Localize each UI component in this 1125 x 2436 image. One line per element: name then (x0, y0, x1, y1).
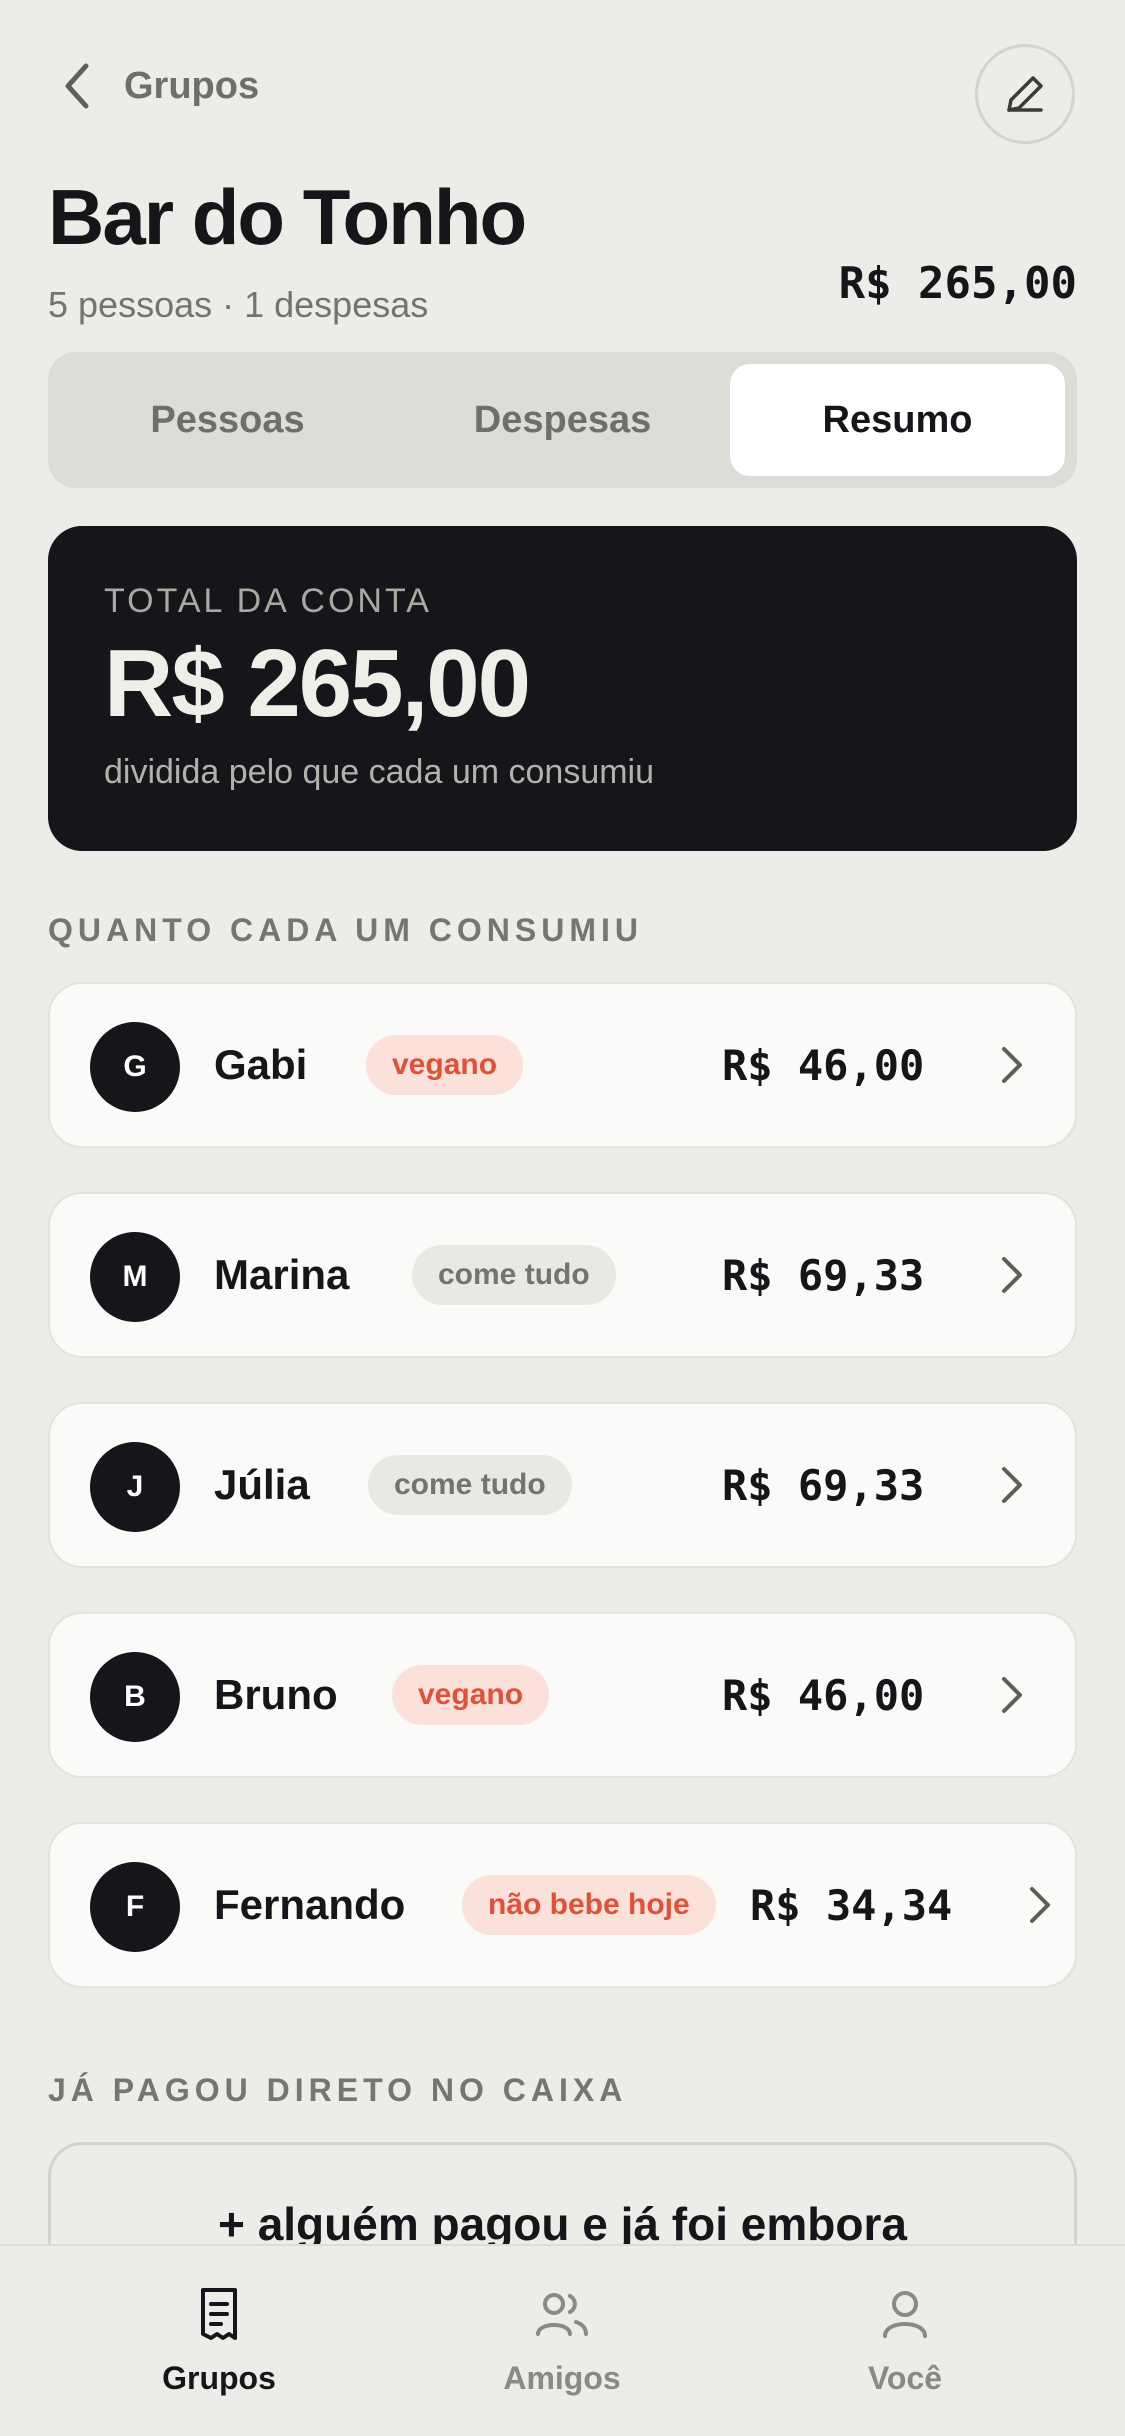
chevron-right-icon (1002, 1257, 1022, 1293)
receipt-icon (201, 2288, 237, 2340)
top-bar: Grupos (0, 0, 1125, 180)
consumption-section-title: QUANTO CADA UM CONSUMIU (48, 912, 643, 948)
diet-badge: come tudo (368, 1455, 572, 1515)
user-icon (883, 2291, 927, 2338)
diet-badge: vegano (392, 1665, 550, 1725)
friends-icon (536, 2293, 588, 2336)
tab-resumo[interactable]: Resumo (730, 364, 1065, 476)
back-button[interactable]: Grupos (56, 60, 259, 112)
edit-button[interactable] (975, 44, 1075, 144)
diet-badge: vegano (366, 1035, 524, 1095)
chevron-right-icon (1002, 1677, 1022, 1713)
person-row-julia[interactable]: J Júlia come tudo R$ 69,33 (48, 1402, 1077, 1568)
chevron-right-icon (1002, 1047, 1022, 1083)
pencil-icon (1007, 76, 1043, 112)
segmented-tabs: Pessoas Despesas Resumo (48, 352, 1077, 488)
person-amount: R$ 46,00 (722, 1670, 925, 1720)
total-card: TOTAL DA CONTA R$ 265,00 dividida pelo q… (48, 526, 1077, 851)
person-amount: R$ 46,00 (722, 1040, 925, 1090)
person-row-bruno[interactable]: B Bruno vegano R$ 46,00 (48, 1612, 1077, 1778)
person-name: Marina (214, 1251, 350, 1298)
total-value: R$ 265,00 (104, 630, 531, 737)
chevron-left-icon (65, 63, 89, 109)
person-row-marina[interactable]: M Marina come tudo R$ 69,33 (48, 1192, 1077, 1358)
total-label: TOTAL DA CONTA (104, 582, 432, 620)
bottom-nav: Grupos Amigos Você (0, 2244, 1125, 2436)
person-name: Júlia (214, 1461, 310, 1508)
avatar: J (90, 1442, 180, 1532)
chevron-right-icon (1030, 1887, 1050, 1923)
diet-badge: não bebe hoje (462, 1875, 716, 1935)
person-amount: R$ 69,33 (722, 1250, 925, 1300)
nav-label: Amigos (503, 2360, 621, 2396)
page-title: Bar do Tonho (48, 173, 527, 261)
diet-badge: come tudo (412, 1245, 616, 1305)
group-subtitle: 5 pessoas · 1 despesas (48, 284, 429, 325)
tab-pessoas[interactable]: Pessoas (60, 364, 395, 476)
avatar: F (90, 1862, 180, 1952)
tab-despesas[interactable]: Despesas (395, 364, 730, 476)
avatar: G (90, 1022, 180, 1112)
chevron-right-icon (1002, 1467, 1022, 1503)
person-name: Gabi (214, 1041, 308, 1088)
person-amount: R$ 34,34 (750, 1880, 953, 1930)
header-total: R$ 265,00 (838, 258, 1077, 309)
person-row-gabi[interactable]: G Gabi vegano R$ 46,00 (48, 982, 1077, 1148)
nav-grupos[interactable]: Grupos (119, 2282, 319, 2397)
total-note: dividida pelo que cada um consumiu (104, 753, 655, 791)
avatar: B (90, 1652, 180, 1742)
person-amount: R$ 69,33 (722, 1460, 925, 1510)
nav-voce[interactable]: Você (805, 2282, 1005, 2397)
nav-amigos[interactable]: Amigos (462, 2282, 662, 2397)
nav-label: Grupos (162, 2360, 276, 2396)
nav-label: Você (867, 2360, 943, 2396)
paid-section-title: JÁ PAGOU DIRETO NO CAIXA (48, 2072, 628, 2108)
person-name: Bruno (214, 1671, 338, 1718)
people-list: G Gabi vegano R$ 46,00 M Marina come tud… (48, 982, 1077, 2032)
person-name: Fernando (214, 1881, 406, 1928)
person-row-fernando[interactable]: F Fernando não bebe hoje R$ 34,34 (48, 1822, 1077, 1988)
avatar: M (90, 1232, 180, 1322)
back-label: Grupos (124, 64, 260, 107)
